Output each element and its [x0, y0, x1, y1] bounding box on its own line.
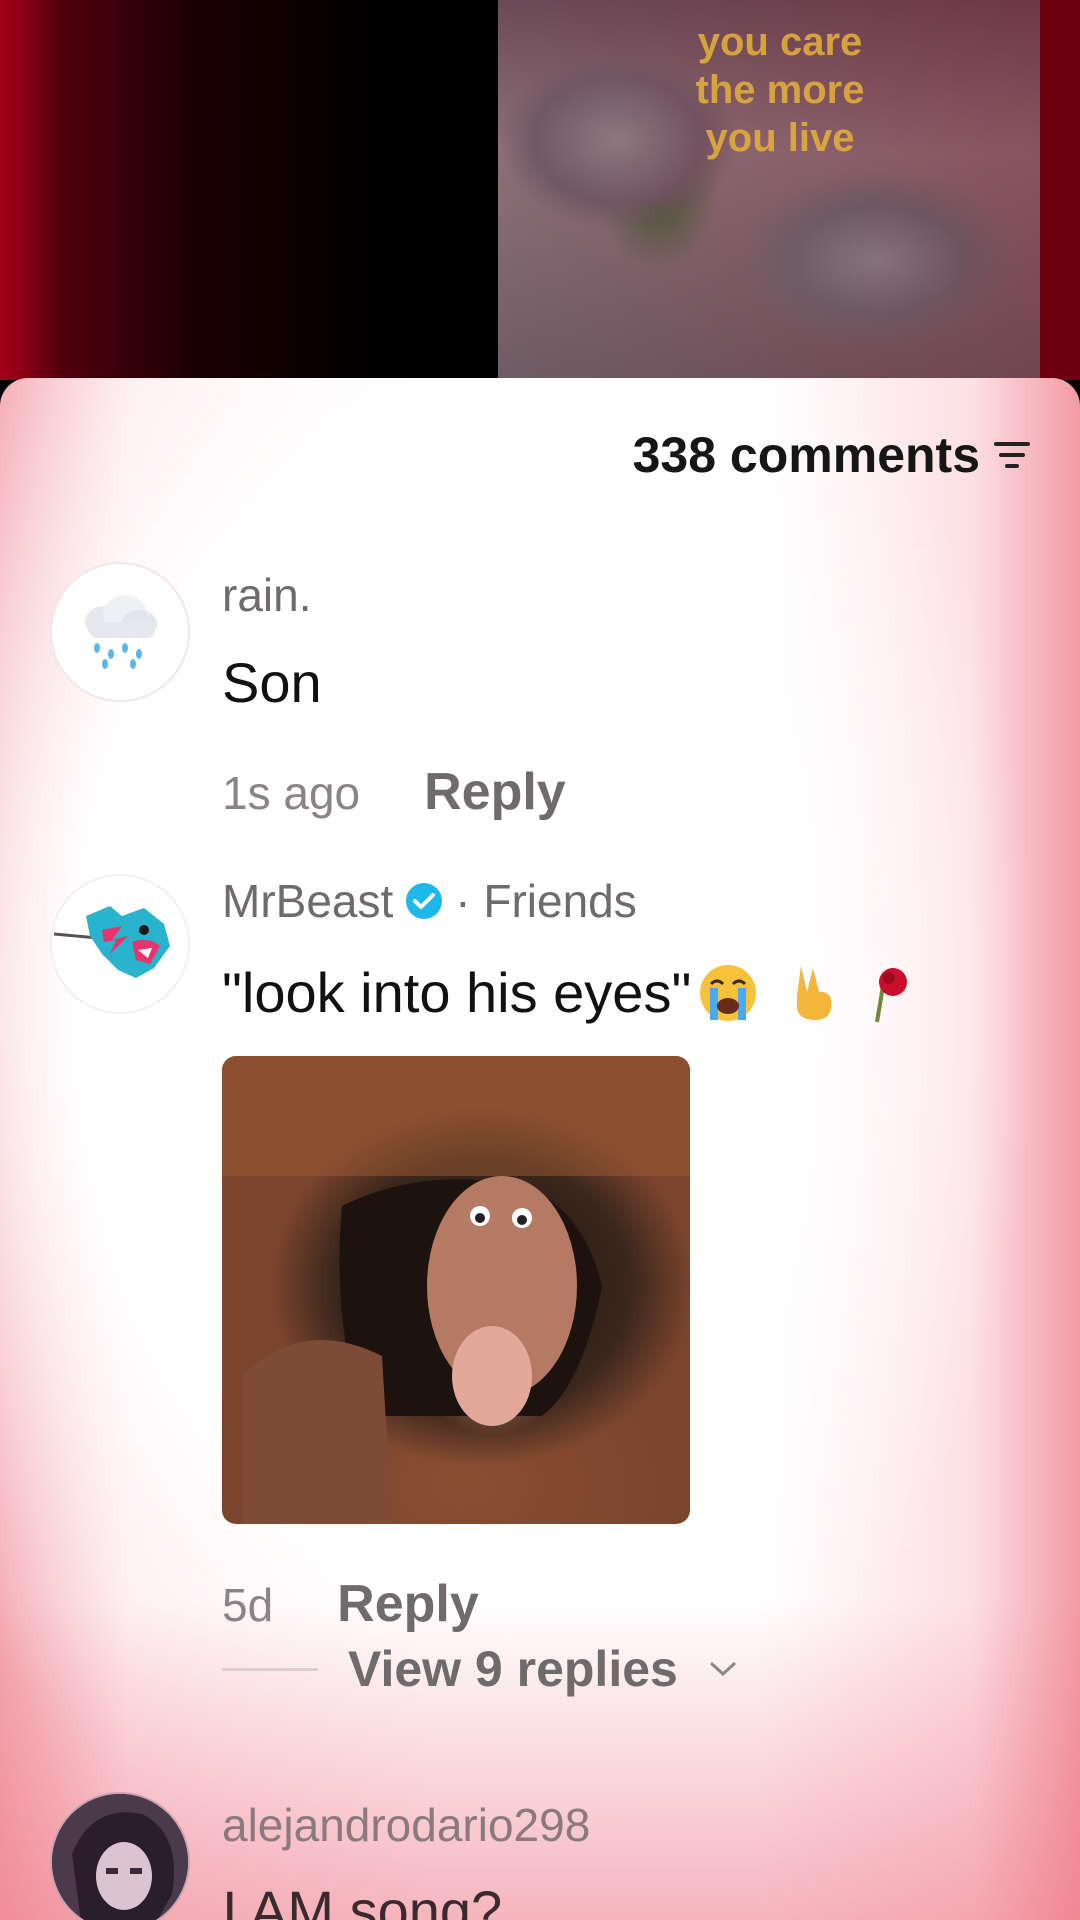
attached-image[interactable]: [222, 1056, 690, 1524]
rose-emoji-icon: [875, 967, 908, 1022]
reply-button[interactable]: Reply: [424, 762, 566, 822]
crying-face-emoji-icon: [700, 964, 757, 1021]
comment-text-row: "look into his eyes": [222, 960, 919, 1025]
video-player[interactable]: you care the more you live: [0, 0, 1080, 380]
comment-username[interactable]: rain.: [222, 568, 311, 622]
avatar[interactable]: [50, 874, 190, 1014]
view-replies-button[interactable]: View 9 replies: [222, 1640, 738, 1698]
video-caption: you care the more you live: [660, 18, 900, 162]
rain-cloud-icon: [85, 595, 157, 669]
anime-avatar-image: [52, 1794, 188, 1920]
comment-meta: 1s ago Reply: [222, 762, 566, 822]
comments-sheet: 338 comments rain. Son 1s ago Reply MrBe…: [0, 378, 1080, 1920]
avatar[interactable]: [50, 562, 190, 702]
video-edge-tint: [0, 0, 60, 380]
comment-text: Son: [222, 651, 322, 714]
comments-header: 338 comments: [633, 426, 1032, 484]
comment-text: I AM song?: [222, 1879, 503, 1920]
caption-line: you care: [697, 20, 863, 64]
friends-label: · Friends: [455, 875, 637, 927]
view-replies-label: View 9 replies: [348, 1641, 678, 1697]
comment-text: "look into his eyes": [222, 961, 692, 1024]
caption-line: you live: [705, 116, 855, 160]
comment-username[interactable]: alejandrodario298: [222, 1798, 590, 1852]
comment-time: 1s ago: [222, 767, 361, 819]
comments-count: 338 comments: [632, 427, 980, 483]
mrbeast-logo-icon: [53, 906, 170, 978]
comment-username[interactable]: MrBeast: [222, 874, 393, 928]
chevron-down-icon: [710, 1662, 736, 1677]
image-detail: [222, 1056, 690, 1524]
comment-username-row: MrBeast · Friends: [222, 874, 637, 928]
verified-badge-icon: [406, 883, 443, 919]
comment-time: 5d: [222, 1579, 274, 1631]
caption-line: the more: [695, 68, 865, 112]
divider: [222, 1667, 318, 1671]
comment-meta: 5d Reply: [222, 1574, 479, 1634]
reply-button[interactable]: Reply: [337, 1574, 479, 1634]
victory-hand-emoji-icon: [797, 965, 832, 1020]
avatar[interactable]: [50, 1792, 190, 1920]
video-edge-tint: [1040, 0, 1080, 380]
filter-icon[interactable]: [992, 438, 1032, 472]
